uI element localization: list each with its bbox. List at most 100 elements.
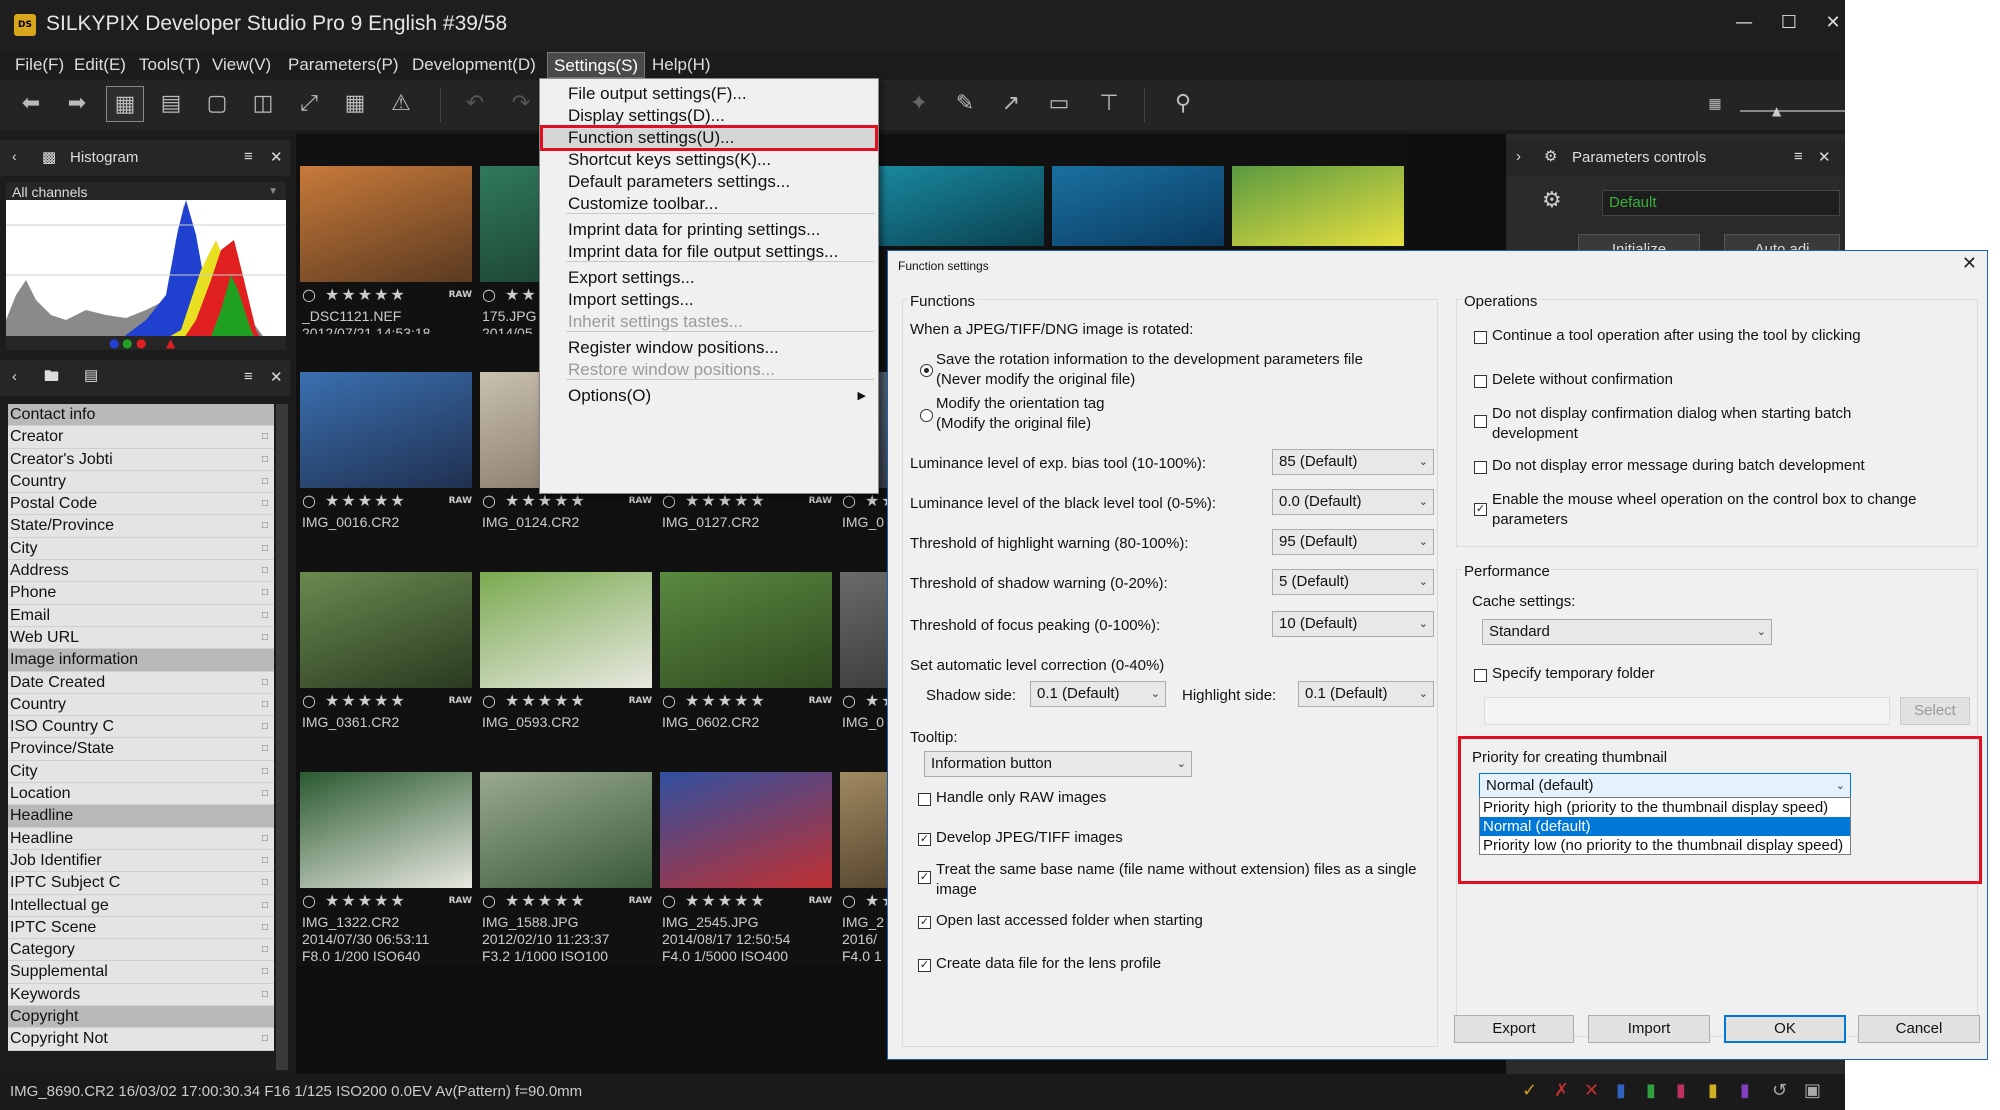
close-button[interactable]: ✕ <box>1813 8 1845 38</box>
small-thumb-icon[interactable]: ▦ <box>1696 86 1734 122</box>
maximize-button[interactable]: ☐ <box>1769 8 1809 38</box>
metadata-edit-icon[interactable]: □ <box>262 493 268 514</box>
metadata-row[interactable]: Country □ <box>8 470 274 494</box>
single-view-icon[interactable]: ▢ <box>198 86 236 122</box>
green-tag-icon[interactable]: ▮ <box>1646 1080 1656 1101</box>
shadow-warning-select[interactable]: 5 (Default) ⌄ <box>1272 569 1434 595</box>
metadata-edit-icon[interactable]: □ <box>262 716 268 737</box>
temp-folder-input[interactable] <box>1484 697 1890 725</box>
metadata-row[interactable]: Keywords □ <box>8 983 274 1007</box>
metadata-edit-icon[interactable]: □ <box>262 627 268 648</box>
metadata-edit-icon[interactable]: □ <box>262 939 268 960</box>
menu-file[interactable]: File(F) <box>9 52 70 78</box>
panel-menu-icon[interactable]: ≡ <box>1794 148 1803 165</box>
metadata-row[interactable]: Category □ <box>8 939 274 962</box>
rating-stars[interactable]: ○ ★★★★★ <box>662 691 767 710</box>
metadata-row[interactable]: City □ <box>8 760 274 784</box>
gear-icon[interactable]: ⚙ <box>1542 188 1562 213</box>
metadata-row[interactable]: Date Created □ <box>8 671 274 694</box>
metadata-edit-icon[interactable]: □ <box>262 761 268 782</box>
no-error-message-checkbox[interactable] <box>1474 461 1487 474</box>
collapse-chevron-icon[interactable]: ‹ <box>12 368 17 385</box>
menu-settings[interactable]: Settings(S) <box>547 52 646 78</box>
panel-close-icon[interactable]: ✕ <box>270 148 283 166</box>
focus-peaking-select[interactable]: 10 (Default) ⌄ <box>1272 611 1434 637</box>
thumbnail-image[interactable] <box>1232 166 1404 246</box>
thumbnail-image[interactable] <box>660 572 832 688</box>
thumbnail-image[interactable] <box>480 572 652 688</box>
export-button[interactable]: Export <box>1454 1015 1574 1043</box>
metadata-section[interactable]: Contact info <box>8 404 274 427</box>
highlight-side-select[interactable]: 0.1 (Default) ⌄ <box>1298 681 1434 707</box>
metadata-row[interactable]: Location □ <box>8 783 274 806</box>
prev-arrow-icon[interactable]: ⬅ <box>12 86 50 122</box>
metadata-scrollbar[interactable] <box>276 404 288 1070</box>
settings-menu-item[interactable]: Options(O) ▶ <box>540 383 878 409</box>
menu-development[interactable]: Development(D) <box>406 52 542 78</box>
grid-view-icon[interactable]: ▦ <box>106 86 144 122</box>
cancel-button[interactable]: Cancel <box>1858 1015 1980 1043</box>
comment-icon[interactable]: ▤ <box>84 366 98 384</box>
metadata-edit-icon[interactable]: □ <box>262 850 268 871</box>
thumbnail-item[interactable]: ○ ★★★★★RAWIMG_0016.CR22018/07/15 05:33:1… <box>296 334 476 566</box>
lock-icon[interactable]: ▣ <box>1804 1080 1821 1101</box>
next-arrow-icon[interactable]: ➡ <box>58 86 96 122</box>
metadata-row[interactable]: Creator's Jobti □ <box>8 448 274 471</box>
metadata-row[interactable]: Supplemental □ <box>8 961 274 984</box>
purple-tag-icon[interactable]: ▮ <box>1740 1080 1750 1101</box>
thumbnail-item[interactable]: ○ ★★★★★RAWIMG_0361.CR22017/07/17 10:31:2… <box>296 534 476 766</box>
mouse-wheel-checkbox[interactable]: ✓ <box>1474 503 1487 516</box>
export-icon[interactable]: ↗ <box>992 86 1030 122</box>
panel-menu-icon[interactable]: ≡ <box>244 148 253 165</box>
reject-icon[interactable]: ✕ <box>1584 1080 1599 1101</box>
fullscreen-icon[interactable]: ⤢ <box>290 86 328 122</box>
metadata-edit-icon[interactable]: □ <box>262 917 268 938</box>
develop-jpeg-checkbox[interactable]: ✓ <box>918 833 931 846</box>
no-batch-confirm-checkbox[interactable] <box>1474 415 1487 428</box>
panel-close-icon[interactable]: ✕ <box>1818 148 1831 166</box>
metadata-section[interactable]: Copyright <box>8 1006 274 1029</box>
lens-profile-checkbox[interactable]: ✓ <box>918 959 931 972</box>
thumbnail-image[interactable] <box>300 372 472 488</box>
thumbnail-item[interactable]: ○ ★★★★★ RAW IMG_1588.JPG 2012/02/10 11:23:3… <box>476 734 656 966</box>
thumbnail-size-slider[interactable] <box>1740 110 1845 112</box>
thumbnail-image[interactable] <box>300 772 472 888</box>
warning-icon[interactable]: ⚠ <box>382 86 420 122</box>
rating-stars[interactable]: ○ ★★★★★ <box>302 491 407 510</box>
undo-icon[interactable]: ↶ <box>456 86 494 122</box>
minimize-button[interactable]: — <box>1724 8 1764 38</box>
cross-icon[interactable]: ✗ <box>1554 1080 1569 1101</box>
rating-stars[interactable]: ○ ★★★★★ <box>302 691 407 710</box>
cache-settings-select[interactable]: Standard ⌄ <box>1482 619 1772 645</box>
select-folder-button[interactable]: Select <box>1900 697 1970 725</box>
rating-stars[interactable]: ○ ★★★★★ <box>302 285 407 304</box>
metadata-edit-icon[interactable]: □ <box>262 672 268 693</box>
rating-stars[interactable]: ○ ★★★★★ <box>482 691 587 710</box>
metadata-row[interactable]: Email □ <box>8 604 274 627</box>
metadata-edit-icon[interactable]: □ <box>262 872 268 893</box>
tool-magic-icon[interactable]: ✦ <box>900 86 938 122</box>
folder-icon[interactable]: 🖿 <box>44 366 59 391</box>
continue-tool-checkbox[interactable] <box>1474 331 1487 344</box>
metadata-edit-icon[interactable]: □ <box>262 738 268 759</box>
metadata-edit-icon[interactable]: □ <box>262 471 268 492</box>
metadata-row[interactable]: Address □ <box>8 560 274 583</box>
lum-black-select[interactable]: 0.0 (Default) ⌄ <box>1272 489 1434 515</box>
metadata-row[interactable]: Intellectual ge □ <box>8 894 274 917</box>
blue-tag-icon[interactable]: ▮ <box>1616 1080 1626 1101</box>
channel-select[interactable]: All channels ▼ <box>6 182 286 202</box>
hammer-icon[interactable]: ⊤ <box>1090 86 1128 122</box>
metadata-section[interactable]: Image information <box>8 649 274 672</box>
menu-parameters[interactable]: Parameters(P) <box>282 52 405 78</box>
thumbnail-image[interactable] <box>300 572 472 688</box>
rating-stars[interactable]: ○ ★★★★★ <box>662 891 767 910</box>
metadata-row[interactable]: Headline □ <box>8 827 274 850</box>
metadata-edit-icon[interactable]: □ <box>262 828 268 849</box>
slider-thumb[interactable]: ▲ <box>1772 104 1781 118</box>
thumbnail-item[interactable]: ○ ★★★★★ RAW IMG_2545.JPG 2014/08/17 12:50:5… <box>656 734 836 966</box>
redo-icon[interactable]: ↷ <box>502 86 540 122</box>
lum-exp-select[interactable]: 85 (Default) ⌄ <box>1272 449 1434 475</box>
thumbnail-item[interactable]: ○ ★★★★★RAWIMG_0602.CR22017/07/17 11:28:2… <box>656 534 836 766</box>
thumbnail-item[interactable]: ○ ★★★★★ RAW IMG_1322.CR2 2014/07/30 06:53:1… <box>296 734 476 966</box>
eraser-icon[interactable]: ✎ <box>946 86 984 122</box>
